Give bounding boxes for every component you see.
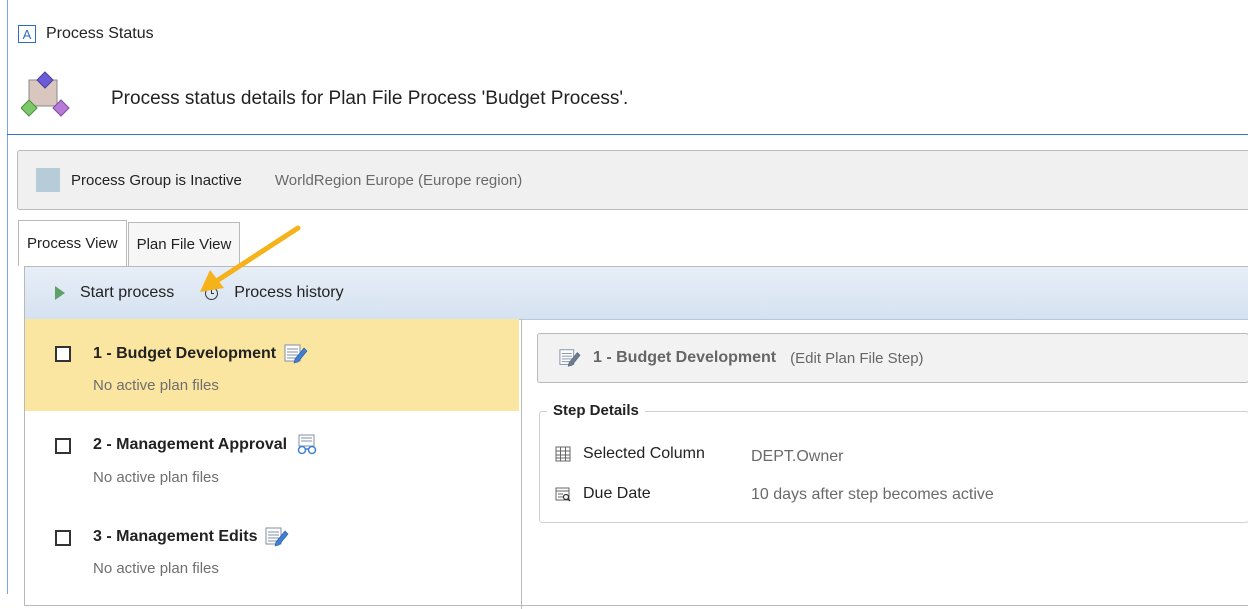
step-checkbox[interactable] <box>55 438 71 454</box>
step-title: 1 - Budget Development <box>93 345 277 362</box>
step-list: 1 - Budget Development No active plan fi… <box>25 319 522 609</box>
group-region-text: WorldRegion Europe (Europe region) <box>274 171 523 189</box>
group-status-text: Process Group is Inactive <box>71 171 242 189</box>
header-description: Process status details for Plan File Pro… <box>111 88 629 109</box>
detail-step-type: (Edit Plan File Step) <box>790 349 924 367</box>
detail-value-due-date: 10 days after step becomes active <box>751 486 994 503</box>
step-checkbox[interactable] <box>55 530 71 546</box>
start-process-button[interactable]: Start process <box>25 284 174 302</box>
window-title: Process Status <box>46 25 154 42</box>
detail-row-due-date: Due Date <box>555 485 651 503</box>
process-history-button[interactable]: Process history <box>174 284 344 302</box>
edit-plan-file-icon <box>284 344 308 364</box>
step-subtitle: No active plan files <box>93 377 219 394</box>
tab-process-view[interactable]: Process View <box>18 220 127 266</box>
step-title-row: 2 - Management Approval <box>93 434 319 456</box>
table-icon <box>555 446 571 462</box>
step-title-row: 3 - Management Edits <box>93 526 289 548</box>
calendar-icon <box>555 487 571 502</box>
start-process-label: Start process <box>80 284 175 301</box>
detail-row-selected-column: Selected Column <box>555 445 705 463</box>
step-item-management-approval[interactable]: 2 - Management Approval No active plan f… <box>25 411 519 503</box>
process-group-bar: Process Group is Inactive WorldRegion Eu… <box>17 150 1248 210</box>
step-title-row: 1 - Budget Development <box>93 343 308 365</box>
step-detail-header: 1 - Budget Development (Edit Plan File S… <box>537 333 1248 383</box>
step-subtitle: No active plan files <box>93 469 219 486</box>
step-title: 3 - Management Edits <box>93 528 258 545</box>
detail-value-selected-column: DEPT.Owner <box>751 448 844 465</box>
toolbar: Start process Process history <box>25 267 1248 320</box>
group-status-swatch <box>36 168 60 192</box>
view-tabs: Process View Plan File View <box>18 220 241 266</box>
process-view-panel: Start process Process history 1 - Budget… <box>24 266 1248 609</box>
edit-plan-file-icon <box>265 527 289 547</box>
step-item-budget-development[interactable]: 1 - Budget Development No active plan fi… <box>25 319 519 411</box>
detail-label: Due Date <box>583 485 651 502</box>
edit-plan-file-icon <box>559 349 581 367</box>
approval-icon <box>297 434 317 455</box>
process-icon <box>21 71 70 117</box>
clock-icon <box>205 286 219 300</box>
step-title: 2 - Management Approval <box>93 436 288 453</box>
header-divider <box>7 134 1248 135</box>
step-subtitle: No active plan files <box>93 560 219 577</box>
detail-label: Selected Column <box>583 445 705 462</box>
step-details-group <box>539 411 1248 523</box>
step-checkbox[interactable] <box>55 346 71 362</box>
step-details-label: Step Details <box>547 402 645 419</box>
tab-plan-file-view[interactable]: Plan File View <box>127 222 241 266</box>
title-bar: A Process Status <box>18 22 154 46</box>
play-icon <box>55 286 65 300</box>
detail-step-title: 1 - Budget Development <box>593 349 777 366</box>
app-icon: A <box>18 25 36 43</box>
process-history-label: Process history <box>234 284 344 301</box>
step-item-management-edits[interactable]: 3 - Management Edits No active plan file… <box>25 503 519 595</box>
